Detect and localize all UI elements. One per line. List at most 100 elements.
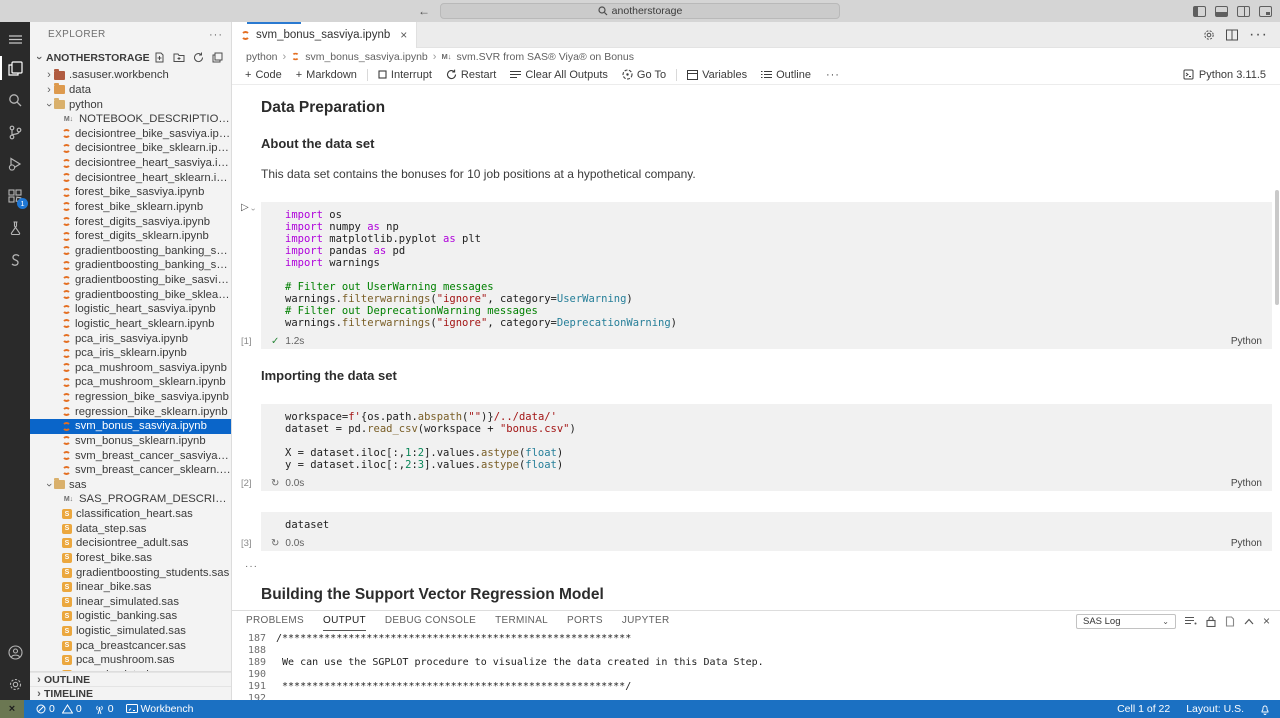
tab-svm-bonus-sasviya[interactable]: svm_bonus_sasviya.ipynb ×: [232, 22, 417, 48]
interrupt-button[interactable]: Interrupt: [371, 65, 439, 85]
cell-indicator[interactable]: Cell 1 of 22: [1117, 703, 1170, 715]
command-center-search[interactable]: anotherstorage: [440, 3, 840, 19]
add-markdown-cell-button[interactable]: +Markdown: [289, 65, 364, 85]
customize-layout-icon[interactable]: [1259, 6, 1272, 17]
output-log[interactable]: 187/************************************…: [232, 631, 1280, 700]
add-code-cell-button[interactable]: +Code: [238, 65, 289, 85]
code-editor[interactable]: workspace=f'{os.path.abspath("")}/../dat…: [261, 404, 1272, 475]
panel-tab-output[interactable]: OUTPUT: [323, 611, 366, 631]
panel-tab-ports[interactable]: PORTS: [567, 611, 603, 631]
code-editor[interactable]: dataset: [261, 512, 1272, 535]
tree-file-data_step.sas[interactable]: Sdata_step.sas: [30, 521, 231, 536]
tree-file-decisiontree_adult.sas[interactable]: Sdecisiontree_adult.sas: [30, 536, 231, 551]
maximize-panel-icon[interactable]: [1244, 618, 1254, 625]
refresh-icon[interactable]: [193, 52, 204, 63]
tree-file-NOTEBOOK_DESCRIPTIONS.md[interactable]: M↓NOTEBOOK_DESCRIPTIONS.md: [30, 112, 231, 127]
outline-button[interactable]: Outline: [754, 65, 818, 85]
lock-scroll-icon[interactable]: [1206, 616, 1216, 627]
tree-file-pca_mushroom_sasviya.ipynb[interactable]: pca_mushroom_sasviya.ipynb: [30, 361, 231, 376]
tree-file-gradientboosting_bike_sklearn.ipynb[interactable]: gradientboosting_bike_sklearn.ipynb: [30, 287, 231, 302]
sas-extension-icon[interactable]: [0, 244, 30, 276]
new-file-icon[interactable]: [154, 52, 165, 63]
explorer-more-actions-icon[interactable]: ···: [209, 29, 223, 41]
toggle-primary-sidebar-icon[interactable]: [1193, 6, 1206, 17]
tree-file-decisiontree_heart_sklearn.ipynb[interactable]: decisiontree_heart_sklearn.ipynb: [30, 170, 231, 185]
tree-file-linear_bike.sas[interactable]: Slinear_bike.sas: [30, 580, 231, 595]
clear-all-outputs-button[interactable]: Clear All Outputs: [503, 65, 615, 85]
workspace-section-header[interactable]: › ANOTHERSTORAGE: [30, 47, 231, 68]
tree-folder-data[interactable]: ›data: [30, 83, 231, 98]
open-output-in-editor-icon[interactable]: [1225, 616, 1235, 627]
tree-file-forest_bike_sklearn.ipynb[interactable]: forest_bike_sklearn.ipynb: [30, 200, 231, 215]
problems-status[interactable]: 0 0: [36, 703, 82, 715]
close-panel-icon[interactable]: ×: [1263, 614, 1270, 628]
output-filter-icon[interactable]: [1185, 616, 1197, 626]
close-tab-icon[interactable]: ×: [400, 28, 407, 42]
tree-file-decisiontree_heart_sasviya.ipynb[interactable]: decisiontree_heart_sasviya.ipynb: [30, 156, 231, 171]
tree-file-pca_iris_sklearn.ipynb[interactable]: pca_iris_sklearn.ipynb: [30, 346, 231, 361]
panel-tab-jupyter[interactable]: JUPYTER: [622, 611, 670, 631]
tree-file-gradientboosting_banking_sklearn.ip...[interactable]: gradientboosting_banking_sklearn.ip...: [30, 258, 231, 273]
tree-file-forest_digits_sklearn.ipynb[interactable]: forest_digits_sklearn.ipynb: [30, 229, 231, 244]
settings-gear-icon[interactable]: [0, 668, 30, 700]
tree-file-pca_breastcancer.sas[interactable]: Spca_breastcancer.sas: [30, 638, 231, 653]
tree-file-forest_bike_sasviya.ipynb[interactable]: forest_bike_sasviya.ipynb: [30, 185, 231, 200]
tree-file-svm_bonus_sklearn.ipynb[interactable]: svm_bonus_sklearn.ipynb: [30, 434, 231, 449]
tree-file-gradientboosting_banking_sasviya.i...[interactable]: gradientboosting_banking_sasviya.i...: [30, 244, 231, 259]
tree-file-svm_bonus_sasviya.ipynb[interactable]: svm_bonus_sasviya.ipynb: [30, 419, 231, 434]
notebook-scrollbar[interactable]: [1275, 190, 1279, 305]
tree-file-logistic_simulated.sas[interactable]: Slogistic_simulated.sas: [30, 624, 231, 639]
run-options-chevron-icon[interactable]: ›: [249, 208, 258, 211]
workbench-status[interactable]: Workbench: [126, 703, 194, 715]
breadcrumb-folder[interactable]: python: [246, 51, 278, 63]
tree-file-gradientboosting_students.sas[interactable]: Sgradientboosting_students.sas: [30, 565, 231, 580]
tree-file-svm_breast_cancer_sklearn.ipynb[interactable]: svm_breast_cancer_sklearn.ipynb: [30, 463, 231, 478]
tree-folder-python[interactable]: ›python: [30, 97, 231, 112]
panel-tab-debug-console[interactable]: DEBUG CONSOLE: [385, 611, 476, 631]
panel-tab-terminal[interactable]: TERMINAL: [495, 611, 548, 631]
breadcrumb-file[interactable]: svm_bonus_sasviya.ipynb: [305, 51, 428, 63]
restart-button[interactable]: Restart: [439, 65, 503, 85]
ports-status[interactable]: 0: [94, 703, 114, 715]
layout-indicator[interactable]: Layout: U.S.: [1186, 703, 1244, 715]
bell-icon[interactable]: [1260, 704, 1270, 715]
split-editor-icon[interactable]: [1226, 29, 1238, 41]
run-debug-icon[interactable]: [0, 148, 30, 180]
toggle-secondary-sidebar-icon[interactable]: [1237, 6, 1250, 17]
output-channel-select[interactable]: SAS Log ⌄: [1076, 614, 1176, 629]
collapsed-output-indicator[interactable]: ···: [245, 561, 1274, 572]
tree-file-gradientboosting_bike_sasviya.ipynb[interactable]: gradientboosting_bike_sasviya.ipynb: [30, 273, 231, 288]
remote-indicator[interactable]: ×: [0, 700, 24, 718]
tree-file-pca_mushroom.sas[interactable]: Spca_mushroom.sas: [30, 653, 231, 668]
goto-button[interactable]: Go To: [615, 65, 673, 85]
tree-file-logistic_heart_sklearn.ipynb[interactable]: logistic_heart_sklearn.ipynb: [30, 317, 231, 332]
tree-folder-.sasuser.workbench[interactable]: ›.sasuser.workbench: [30, 68, 231, 83]
source-control-icon[interactable]: [0, 116, 30, 148]
tree-file-forest_digits_sasviya.ipynb[interactable]: forest_digits_sasviya.ipynb: [30, 214, 231, 229]
tree-file-classification_heart.sas[interactable]: Sclassification_heart.sas: [30, 507, 231, 522]
outline-section[interactable]: › OUTLINE: [30, 672, 231, 686]
tree-file-pca_iris_sasviya.ipynb[interactable]: pca_iris_sasviya.ipynb: [30, 331, 231, 346]
gear-icon[interactable]: [1203, 29, 1215, 41]
breadcrumb-cell[interactable]: svm.SVR from SAS® Viya® on Bonus: [456, 51, 634, 63]
toolbar-more-icon[interactable]: ···: [818, 69, 848, 81]
code-editor[interactable]: import osimport numpy as npimport matplo…: [261, 202, 1272, 333]
extensions-icon[interactable]: 1: [0, 180, 30, 212]
cell-language-picker[interactable]: Python: [1231, 336, 1262, 347]
tree-file-svm_breast_cancer_sasviya.ipynb[interactable]: svm_breast_cancer_sasviya.ipynb: [30, 448, 231, 463]
cell-language-picker[interactable]: Python: [1231, 538, 1262, 549]
tree-file-pca_mushroom_sklearn.ipynb[interactable]: pca_mushroom_sklearn.ipynb: [30, 375, 231, 390]
nav-back-icon[interactable]: ←: [418, 4, 430, 18]
collapse-all-icon[interactable]: [212, 52, 223, 63]
cell-language-picker[interactable]: Python: [1231, 478, 1262, 489]
testing-icon[interactable]: [0, 212, 30, 244]
tree-file-linear_simulated.sas[interactable]: Slinear_simulated.sas: [30, 595, 231, 610]
tree-folder-sas[interactable]: ›sas: [30, 478, 231, 493]
search-view-icon[interactable]: [0, 84, 30, 116]
tree-file-regression_bike_sasviya.ipynb[interactable]: regression_bike_sasviya.ipynb: [30, 390, 231, 405]
variables-button[interactable]: Variables: [680, 65, 754, 85]
new-folder-icon[interactable]: [173, 52, 185, 63]
run-cell-button[interactable]: ▷: [241, 202, 249, 213]
kernel-picker[interactable]: Python 3.11.5: [1183, 69, 1280, 81]
tree-file-logistic_heart_sasviya.ipynb[interactable]: logistic_heart_sasviya.ipynb: [30, 302, 231, 317]
